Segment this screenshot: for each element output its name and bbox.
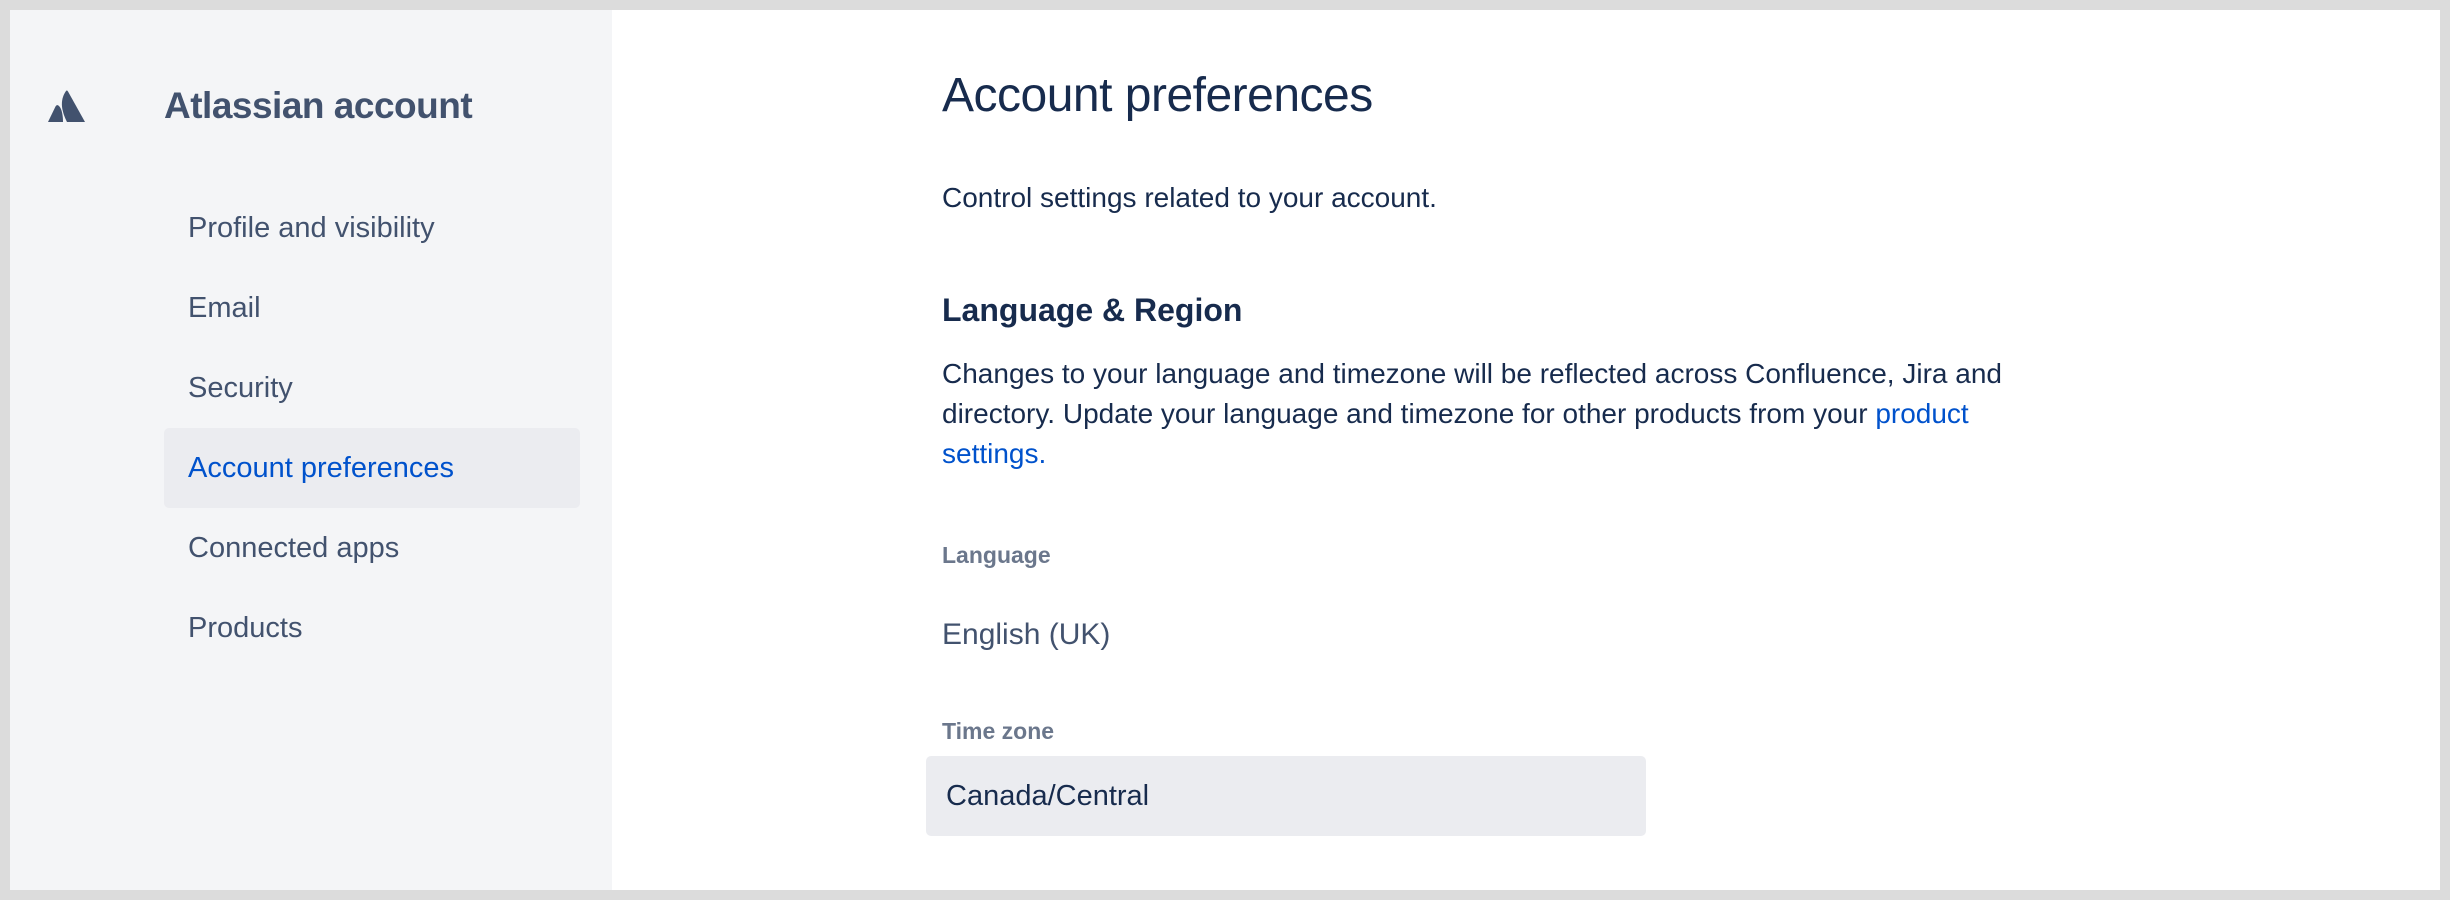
page-subtitle: Control settings related to your account… <box>942 182 1437 213</box>
sidebar-item-connected-apps[interactable]: Connected apps <box>164 508 580 588</box>
sidebar: Atlassian account Profile and visibility… <box>10 10 612 890</box>
app-title: Atlassian account <box>164 85 473 126</box>
sidebar-nav: Profile and visibility Email Security Ac… <box>164 188 580 668</box>
language-value[interactable]: English (UK) <box>942 618 1110 652</box>
app-window: Atlassian account Profile and visibility… <box>10 10 2440 890</box>
section-description-text: Changes to your language and timezone wi… <box>942 358 2002 429</box>
sidebar-item-security[interactable]: Security <box>164 348 580 428</box>
timezone-select[interactable]: Canada/Central <box>926 756 1646 836</box>
main-content: Account preferences Control settings rel… <box>612 10 2440 890</box>
timezone-value: Canada/Central <box>946 779 1150 812</box>
sidebar-item-products[interactable]: Products <box>164 588 580 668</box>
sidebar-item-account-preferences[interactable]: Account preferences <box>164 428 580 508</box>
sidebar-item-profile-and-visibility[interactable]: Profile and visibility <box>164 188 580 268</box>
section-title-language-region: Language & Region <box>942 292 1243 328</box>
atlassian-logo-icon[interactable] <box>48 88 86 126</box>
language-label: Language <box>942 542 1051 568</box>
page-title: Account preferences <box>942 69 1373 122</box>
sidebar-item-email[interactable]: Email <box>164 268 580 348</box>
section-description: Changes to your language and timezone wi… <box>942 354 2042 474</box>
timezone-label: Time zone <box>942 718 1055 744</box>
